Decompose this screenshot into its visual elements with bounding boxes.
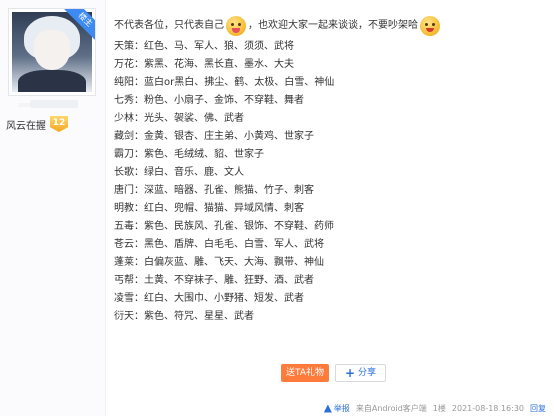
post-intro: 不代表各位，只代表自己 ，也欢迎大家一起来谈谈，不要吵架哈 — [114, 14, 544, 38]
tongue-emoji-icon — [226, 16, 246, 36]
post-line: 天策：红色、马、军人、狼、须须、武将 — [114, 41, 294, 52]
post-line: 蓬莱：白偏灰蓝、雕、飞天、大海、飘带、神仙 — [114, 257, 324, 268]
share-button[interactable]: + 分享 — [335, 364, 386, 382]
level-title: 风云在握 — [6, 120, 46, 132]
username-blurred[interactable] — [30, 100, 78, 108]
post-line: 苍云：黑色、盾牌、白毛毛、白雪、军人、武将 — [114, 239, 324, 250]
user-level[interactable]: 风云在握 12 — [6, 115, 68, 133]
post-line: 七秀：粉色、小扇子、金饰、不穿鞋、舞者 — [114, 95, 304, 106]
share-label: 分享 — [358, 368, 377, 378]
warning-icon — [323, 404, 332, 413]
plus-icon: + — [344, 366, 356, 380]
post-footer: 举报 来自Android客户端 1楼 2021-08-18 16:30 回复 — [323, 403, 546, 414]
post-time: 2021-08-18 16:30 — [451, 404, 524, 413]
send-gift-button[interactable]: 送TA礼物 — [281, 364, 329, 382]
post-line: 少林：光头、袈裟、佛、武者 — [114, 113, 244, 124]
post-actions: 送TA礼物 + 分享 — [281, 364, 386, 382]
post-line: 霸刀：紫色、毛绒绒、貂、世家子 — [114, 149, 264, 160]
floor-number: 1楼 — [432, 404, 446, 413]
post-line: 藏剑：金黄、银杏、庄主弟、小黄鸡、世家子 — [114, 131, 314, 142]
post-line: 凌雪：红白、大围巾、小野猪、短发、武者 — [114, 293, 304, 304]
post-line: 丐帮：土黄、不穿袜子、雕、狂野、酒、武者 — [114, 275, 314, 286]
post-line: 万花：紫黑、花海、黑长直、墨水、大夫 — [114, 59, 294, 70]
intro-text-1: 不代表各位，只代表自己 — [114, 20, 224, 31]
level-badge-icon: 12 — [50, 116, 68, 132]
username-blurred-part — [18, 103, 30, 107]
author-sidebar: 楼主 风云在握 12 — [0, 0, 106, 416]
reply-link[interactable]: 回复 — [530, 403, 546, 414]
post-line: 唐门：深蓝、暗器、孔雀、熊猫、竹子、刺客 — [114, 185, 314, 196]
avatar[interactable]: 楼主 — [8, 8, 96, 96]
post-line: 五毒：紫色、民族风、孔雀、银饰、不穿鞋、药师 — [114, 221, 334, 232]
post-line: 明教：红白、兜帽、猫猫、异域风情、刺客 — [114, 203, 304, 214]
intro-text-2: ，也欢迎大家一起来谈谈，不要吵架哈 — [248, 20, 418, 31]
report-label: 举报 — [333, 404, 350, 413]
post-line: 长歌：绿白、音乐、鹿、文人 — [114, 167, 244, 178]
client-source: 来自Android客户端 — [355, 404, 427, 413]
report-link[interactable]: 举报 — [323, 403, 350, 414]
post-content: 不代表各位，只代表自己 ，也欢迎大家一起来谈谈，不要吵架哈 天策：红色、马、军人… — [114, 14, 544, 326]
post-line: 纯阳：蓝白or黑白、拂尘、鹤、太极、白雪、神仙 — [114, 77, 335, 88]
smile-emoji-icon — [420, 16, 440, 36]
post-line: 衍天：紫色、符咒、星星、武者 — [114, 311, 254, 322]
